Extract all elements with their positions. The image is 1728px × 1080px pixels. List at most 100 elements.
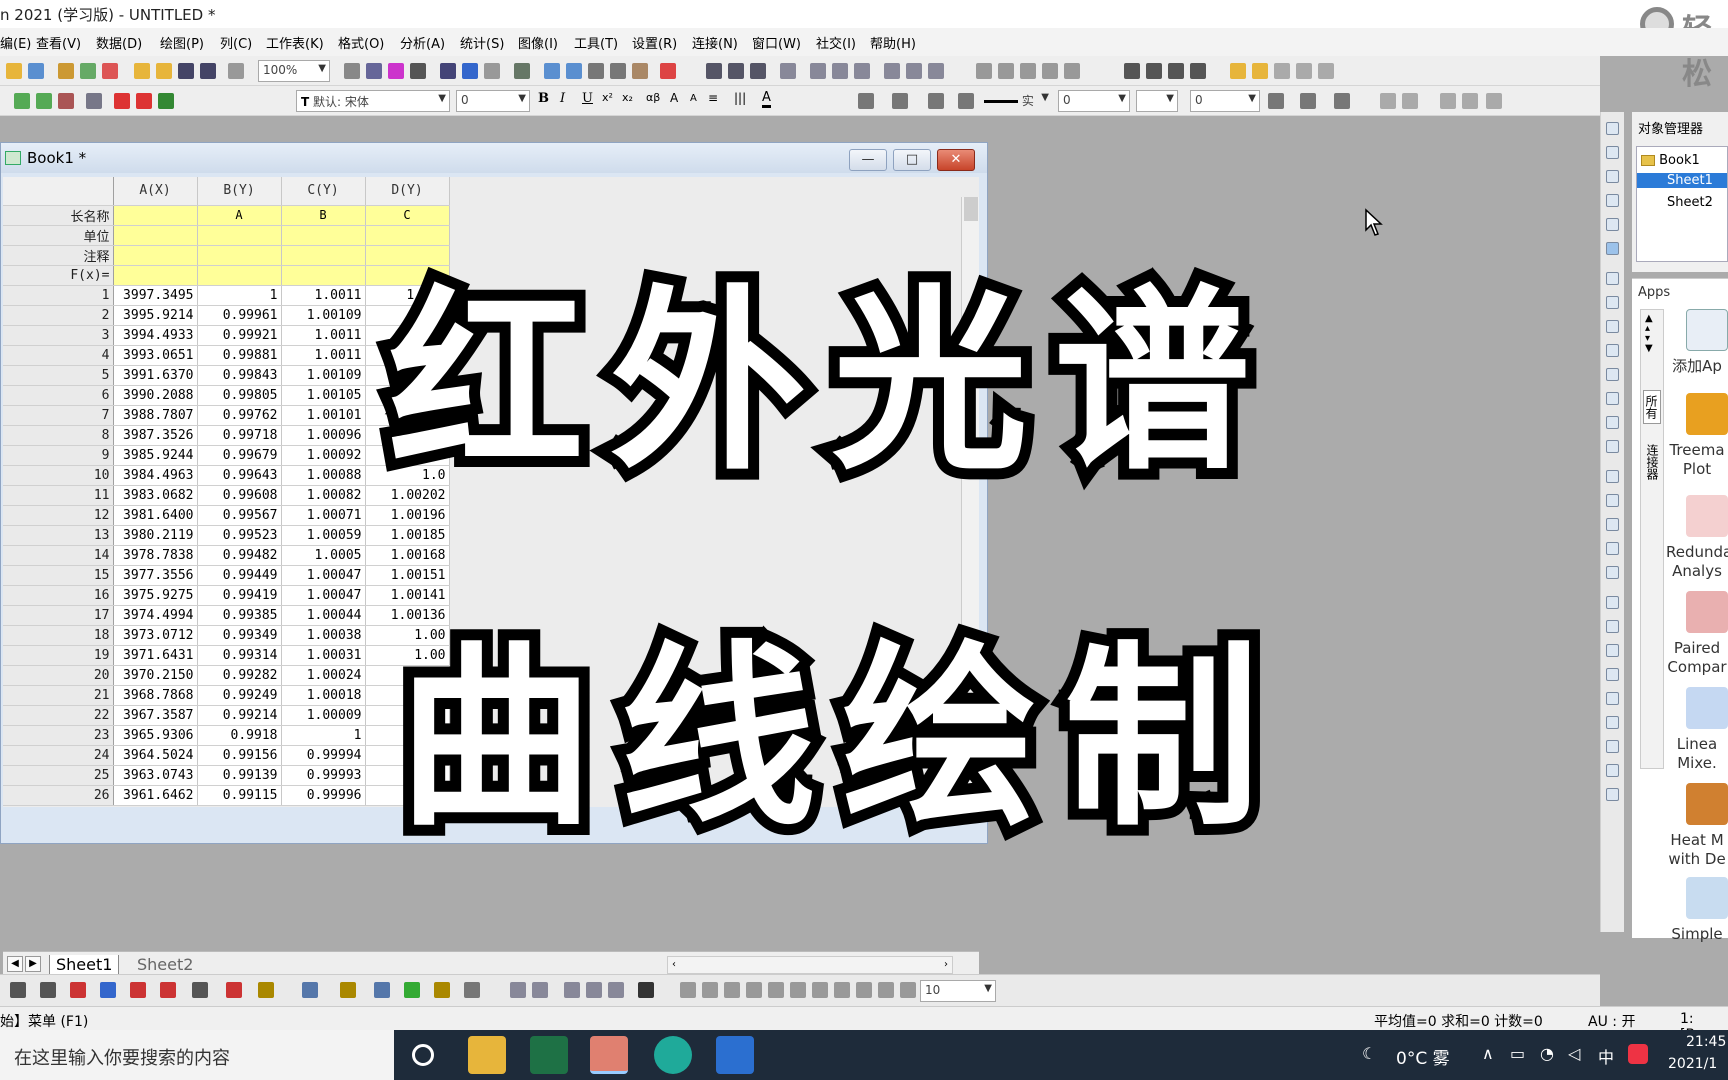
data-cell[interactable]: 0.99419	[197, 585, 282, 606]
tab-sheet1[interactable]: Sheet1	[49, 955, 120, 976]
data-cell[interactable]: 0.9918	[197, 725, 282, 746]
data-cell[interactable]: 0.99843	[197, 365, 282, 386]
data-cell[interactable]: 0.99996	[281, 785, 366, 806]
data-cell[interactable]: 1	[197, 285, 282, 306]
clock-date[interactable]: 2021/1	[1668, 1056, 1717, 1072]
data-cell[interactable]: 0.99449	[197, 565, 282, 586]
mask-icon[interactable]	[1230, 63, 1246, 79]
cell-tool-icon[interactable]	[86, 93, 102, 109]
data-cell[interactable]: 1.0011	[281, 285, 366, 306]
app-add-apps[interactable]: 添加Ap	[1666, 309, 1728, 376]
data-cell[interactable]: 3975.9275	[113, 585, 198, 606]
align-hcenter-icon[interactable]	[790, 982, 806, 998]
menu-tools[interactable]: 工具(T)	[574, 33, 618, 52]
scroll-thumb[interactable]	[964, 197, 978, 221]
bar-chart-icon[interactable]	[810, 63, 826, 79]
set-x-icon[interactable]	[976, 63, 992, 79]
align-bottom-icon[interactable]	[746, 982, 762, 998]
zoom-select[interactable]: 100% ▼	[258, 60, 330, 82]
scale-in-icon[interactable]	[1606, 542, 1619, 555]
frequency-icon[interactable]	[780, 63, 796, 79]
data-cell[interactable]: 3994.4933	[113, 325, 198, 346]
workbook-titlebar[interactable]: Book1 * — □ ✕	[1, 143, 987, 173]
row-number[interactable]: 1	[3, 285, 114, 306]
font-grow-icon[interactable]: A	[670, 91, 678, 105]
underline-icon[interactable]: U	[582, 91, 593, 106]
save-icon[interactable]	[178, 63, 194, 79]
weather-text[interactable]: 0°C 雾	[1396, 1044, 1450, 1069]
file-explorer-icon[interactable]	[468, 1036, 506, 1074]
apps-gallery-icon[interactable]	[632, 63, 648, 79]
menu-statistics[interactable]: 统计(S)	[460, 33, 504, 52]
tree-item-sheet2[interactable]: Sheet2	[1667, 195, 1713, 210]
data-cell[interactable]: 1.00047	[281, 565, 366, 586]
worksheet-tool-icon[interactable]	[14, 93, 30, 109]
row-number[interactable]: 6	[3, 385, 114, 406]
surface-plot-icon[interactable]	[340, 982, 356, 998]
polygon-tool-icon[interactable]	[1606, 416, 1619, 429]
meta-cell[interactable]: B	[281, 205, 366, 226]
row-number[interactable]: 5	[3, 365, 114, 386]
data-cell[interactable]: 3978.7838	[113, 545, 198, 566]
origin-app-icon[interactable]	[590, 1036, 628, 1074]
set-y-icon[interactable]	[998, 63, 1014, 79]
maximize-button[interactable]: □	[893, 149, 931, 171]
data-cell[interactable]: 0.99805	[197, 385, 282, 406]
refresh-icon[interactable]	[388, 63, 404, 79]
hide-masked-icon[interactable]	[1296, 63, 1312, 79]
row-number[interactable]: 16	[3, 585, 114, 606]
data-cell[interactable]: 3971.6431	[113, 645, 198, 666]
sort-icon[interactable]	[728, 63, 744, 79]
bar-plot-icon[interactable]	[130, 982, 146, 998]
bring-front-icon[interactable]	[1380, 93, 1396, 109]
same-height-icon[interactable]	[834, 982, 850, 998]
group-icon[interactable]	[1440, 93, 1456, 109]
menu-column[interactable]: 列(C)	[220, 33, 252, 52]
scroll-up-icon[interactable]: ▲ ▴ ▾ ▼	[1645, 314, 1653, 354]
data-cell[interactable]: 0.99643	[197, 465, 282, 486]
menu-format[interactable]: 格式(O)	[338, 33, 384, 52]
data-cell[interactable]: 3985.9244	[113, 445, 198, 466]
open-template-icon[interactable]	[156, 63, 172, 79]
row-number[interactable]: 21	[3, 685, 114, 706]
pointer-tool-icon[interactable]	[1606, 122, 1619, 135]
zoom-tool-icon[interactable]	[1606, 146, 1619, 159]
filter-reapply-icon[interactable]	[928, 63, 944, 79]
row-number[interactable]: 23	[3, 725, 114, 746]
circle-tool-icon[interactable]	[1606, 392, 1619, 405]
data-cell[interactable]: 1.00185	[365, 525, 450, 546]
menu-view[interactable]: 查看(V)	[36, 33, 81, 52]
align-icon[interactable]: ≡	[708, 91, 718, 105]
scatter-plot-icon[interactable]	[40, 982, 56, 998]
merge-graph-icon[interactable]	[1606, 644, 1619, 657]
color-tool-icon[interactable]	[114, 93, 130, 109]
stat-plot-icon[interactable]	[100, 982, 116, 998]
data-cell[interactable]: 0.99482	[197, 545, 282, 566]
data-cell[interactable]: 0.99921	[197, 325, 282, 346]
object-manager-icon[interactable]	[566, 63, 582, 79]
row-number[interactable]: 4	[3, 345, 114, 366]
row-number[interactable]: 22	[3, 705, 114, 726]
data-cell[interactable]: 3961.6462	[113, 785, 198, 806]
menu-settings[interactable]: 设置(R)	[632, 33, 677, 52]
row-number[interactable]: 11	[3, 485, 114, 506]
data-cell[interactable]: 1	[281, 725, 366, 746]
layer-icon[interactable]	[544, 63, 560, 79]
app-heat-map[interactable]: Heat M with De	[1666, 783, 1728, 869]
line-color-icon[interactable]	[928, 93, 944, 109]
rectangle-tool-icon[interactable]	[1606, 368, 1619, 381]
distribute-icon[interactable]	[856, 982, 872, 998]
data-cell[interactable]: 0.99679	[197, 445, 282, 466]
align-right-icon[interactable]	[702, 982, 718, 998]
set-error-icon[interactable]	[1042, 63, 1058, 79]
new-notes-icon[interactable]	[102, 63, 118, 79]
filter-icon[interactable]	[884, 63, 900, 79]
font-select[interactable]: T 默认: 宋体 ▼	[296, 90, 450, 112]
merge-icon[interactable]	[1334, 93, 1350, 109]
filter-clear-icon[interactable]	[906, 63, 922, 79]
row-number[interactable]: 24	[3, 745, 114, 766]
data-cell[interactable]: 1.00031	[281, 645, 366, 666]
status-autoupdate[interactable]: AU : 开	[1588, 1011, 1635, 1031]
print-icon[interactable]	[344, 63, 360, 79]
polar-plot-icon[interactable]	[226, 982, 242, 998]
